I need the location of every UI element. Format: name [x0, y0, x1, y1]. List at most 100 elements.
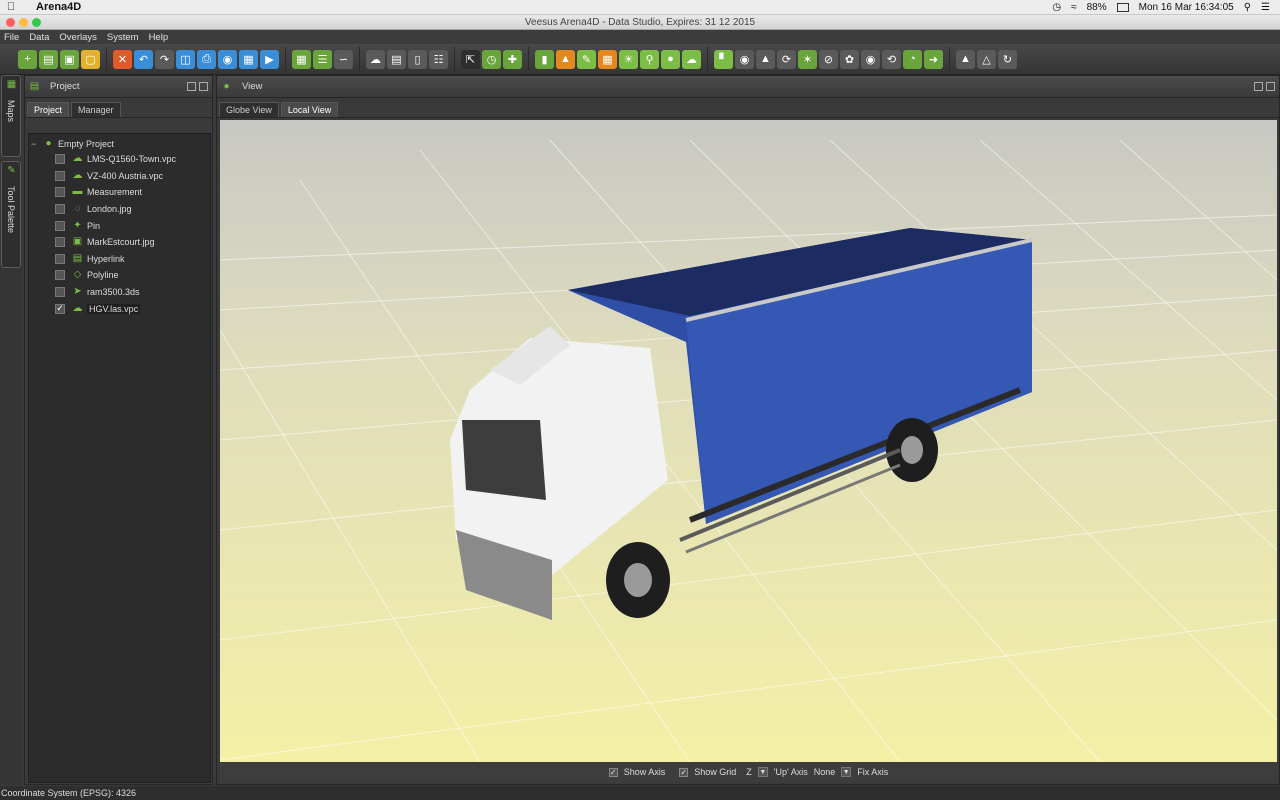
- crop-icon[interactable]: ⇱: [461, 49, 480, 69]
- undo-icon[interactable]: ↶: [134, 49, 153, 69]
- clock-icon[interactable]: ◷: [482, 49, 501, 69]
- menu-overlays[interactable]: Overlays: [59, 32, 96, 43]
- table-icon[interactable]: ▦: [292, 49, 311, 69]
- zoom-icon[interactable]: ⚲: [640, 49, 659, 69]
- menu-file[interactable]: File: [4, 32, 19, 43]
- pdf-icon[interactable]: ▦: [239, 49, 258, 69]
- chevron-down-icon[interactable]: ▼: [757, 767, 768, 777]
- move-up-top-icon[interactable]: ▲: [956, 49, 975, 69]
- cycle-icon[interactable]: ⟳: [777, 49, 796, 69]
- route-icon[interactable]: ∽: [334, 49, 353, 69]
- 3d-viewport[interactable]: [220, 120, 1277, 762]
- close-window-button[interactable]: [6, 18, 15, 27]
- tab-globe-view[interactable]: Globe View: [219, 102, 279, 117]
- book-icon[interactable]: ☷: [429, 49, 448, 69]
- layer-checkbox[interactable]: [55, 170, 65, 181]
- maximize-icon[interactable]: [199, 82, 208, 91]
- eye-icon[interactable]: ◉: [861, 49, 880, 69]
- tree-item-measurement[interactable]: ▬ Measurement: [29, 184, 210, 201]
- battery-percent[interactable]: 88%: [1087, 2, 1107, 13]
- tree-item-markestcourt[interactable]: ▣ MarkEstcourt.jpg: [29, 234, 210, 251]
- menu-data[interactable]: Data: [29, 32, 49, 43]
- network-icon[interactable]: ✶: [798, 49, 817, 69]
- tree-item-hyperlink[interactable]: ▤ Hyperlink: [29, 251, 210, 268]
- tree-item-lms-q1560[interactable]: ☁ LMS-Q1560-Town.vpc: [29, 151, 210, 168]
- point-cloud-scene[interactable]: [220, 120, 1277, 762]
- headphones-icon[interactable]: ◔: [903, 49, 922, 69]
- layer-checkbox[interactable]: [55, 220, 65, 231]
- delete-icon[interactable]: ✕: [113, 49, 132, 69]
- steps-icon[interactable]: ▘: [714, 49, 733, 69]
- collapse-icon[interactable]: −: [31, 139, 39, 149]
- undock-icon[interactable]: [1254, 82, 1263, 91]
- upload-icon[interactable]: ▲: [756, 49, 775, 69]
- badge-icon[interactable]: ✿: [840, 49, 859, 69]
- tree-item-polyline[interactable]: ◇ Polyline: [29, 267, 210, 284]
- lock-icon[interactable]: ◉: [735, 49, 754, 69]
- layer-checkbox[interactable]: [55, 204, 65, 215]
- spotlight-icon[interactable]: ⚲: [1244, 2, 1251, 13]
- layer-checkbox[interactable]: [55, 287, 65, 298]
- apple-icon[interactable]: : [0, 1, 22, 13]
- tree-item-hgv[interactable]: ✓ ☁ HGV.las.vpc: [29, 300, 210, 317]
- new-project-icon[interactable]: +: [18, 49, 37, 69]
- bar-chart-icon[interactable]: ▮: [535, 49, 554, 69]
- file-icon[interactable]: ▯: [408, 49, 427, 69]
- time-machine-icon[interactable]: ◷: [1052, 2, 1061, 13]
- grid-icon[interactable]: ▦: [598, 49, 617, 69]
- database-icon[interactable]: ▤: [39, 49, 58, 69]
- loop-icon[interactable]: ⟲: [882, 49, 901, 69]
- cloud-icon[interactable]: ☁: [682, 49, 701, 69]
- layer-checkbox[interactable]: [55, 237, 65, 248]
- layer-checkbox[interactable]: [55, 154, 65, 165]
- notification-center-icon[interactable]: ☰: [1261, 2, 1270, 13]
- tab-manager[interactable]: Manager: [71, 102, 121, 117]
- crosshair-icon[interactable]: ✚: [503, 49, 522, 69]
- export-icon[interactable]: ▶: [260, 49, 279, 69]
- tree-item-london[interactable]: ◌ London.jpg: [29, 201, 210, 218]
- tree-item-ram3500[interactable]: ➤ ram3500.3ds: [29, 284, 210, 301]
- macos-app-name[interactable]: Arena4D: [36, 1, 81, 13]
- no-entry-icon[interactable]: ⊘: [819, 49, 838, 69]
- menu-system[interactable]: System: [107, 32, 139, 43]
- tree-root[interactable]: − ● Empty Project: [29, 137, 210, 151]
- paint-bucket-icon[interactable]: ▲: [556, 49, 575, 69]
- tree-item-pin[interactable]: ✦ Pin: [29, 217, 210, 234]
- fix-axis-select[interactable]: None: [814, 767, 836, 777]
- tab-local-view[interactable]: Local View: [280, 102, 339, 117]
- tree-item-vz400[interactable]: ☁ VZ-400 Austria.vpc: [29, 168, 210, 185]
- save-icon[interactable]: ▣: [60, 49, 79, 69]
- layer-checkbox[interactable]: [55, 253, 65, 264]
- open-folder-icon[interactable]: ▢: [81, 49, 100, 69]
- light-icon[interactable]: ☀: [619, 49, 638, 69]
- maximize-icon[interactable]: [1266, 82, 1275, 91]
- feed-icon[interactable]: ☰: [313, 49, 332, 69]
- minimize-window-button[interactable]: [19, 18, 28, 27]
- walk-icon[interactable]: ➜: [924, 49, 943, 69]
- menu-help[interactable]: Help: [149, 32, 169, 43]
- refresh-icon[interactable]: ↻: [998, 49, 1017, 69]
- print-icon[interactable]: ⎙: [197, 49, 216, 69]
- wifi-icon[interactable]: ≈: [1071, 2, 1077, 13]
- tab-project[interactable]: Project: [27, 102, 70, 117]
- document-icon[interactable]: ▤: [387, 49, 406, 69]
- show-grid-checkbox[interactable]: ✓: [679, 767, 689, 777]
- chevron-down-icon[interactable]: ▼: [841, 767, 852, 777]
- undock-icon[interactable]: [187, 82, 196, 91]
- clock[interactable]: Mon 16 Mar 16:34:05: [1139, 2, 1234, 13]
- tool-palette-tab[interactable]: ✎ Tool Palette: [1, 161, 21, 268]
- redo-icon[interactable]: ↷: [155, 49, 174, 69]
- layer-checkbox-checked[interactable]: ✓: [55, 303, 65, 314]
- brush-icon[interactable]: ✎: [577, 49, 596, 69]
- show-axis-checkbox[interactable]: ✓: [608, 767, 618, 777]
- camera-icon[interactable]: ◉: [218, 49, 237, 69]
- cloud-layer-icon[interactable]: ☁: [366, 49, 385, 69]
- globe-icon[interactable]: ●: [661, 49, 680, 69]
- move-up-icon[interactable]: △: [977, 49, 996, 69]
- layer-checkbox[interactable]: [55, 270, 65, 281]
- battery-icon[interactable]: [1116, 2, 1129, 12]
- copy-icon[interactable]: ◫: [176, 49, 195, 69]
- layer-checkbox[interactable]: [55, 187, 65, 198]
- zoom-window-button[interactable]: [32, 18, 41, 27]
- up-axis-select[interactable]: Z: [746, 767, 752, 777]
